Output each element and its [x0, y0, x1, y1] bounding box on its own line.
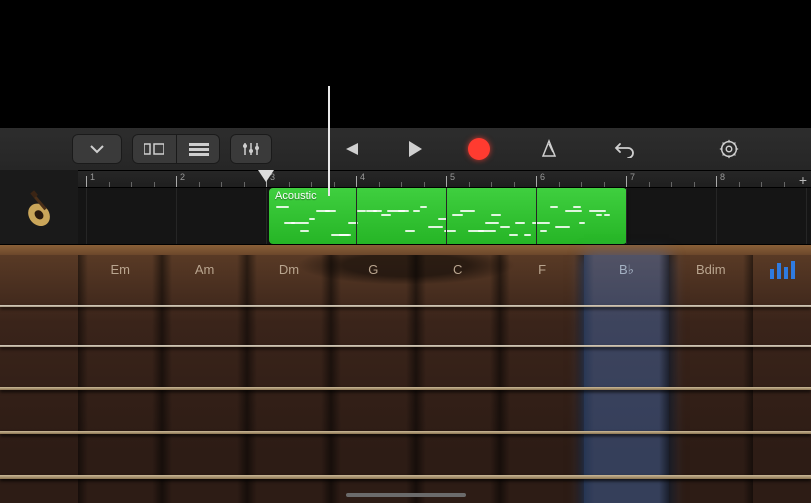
track-lane[interactable]: Acoustic — [78, 188, 811, 245]
chord-dm[interactable]: Dm — [247, 255, 331, 285]
midi-region[interactable]: Acoustic — [269, 188, 627, 244]
guitar-icon — [11, 179, 67, 235]
undo-button[interactable] — [604, 132, 646, 166]
chord-am[interactable]: Am — [162, 255, 246, 285]
bar-number: 4 — [360, 172, 365, 182]
browser-menu[interactable] — [72, 134, 122, 164]
chord-bb[interactable]: B♭ — [584, 255, 668, 285]
mixer-button[interactable] — [230, 134, 272, 164]
chord-strip: EmAmDmGCFB♭Bdim — [0, 255, 811, 285]
playhead[interactable] — [258, 170, 274, 182]
bar-number: 1 — [90, 172, 95, 182]
record-button[interactable] — [458, 132, 500, 166]
callout-line — [328, 86, 330, 196]
metronome-button[interactable] — [528, 132, 570, 166]
ruler[interactable]: + 12345678 — [78, 170, 811, 188]
strings[interactable] — [0, 297, 811, 503]
region-label: Acoustic — [275, 190, 317, 202]
chord-bdim[interactable]: Bdim — [669, 255, 753, 285]
settings-button[interactable] — [708, 132, 750, 166]
play-button[interactable] — [394, 132, 436, 166]
bar-number: 8 — [720, 172, 725, 182]
chord-g[interactable]: G — [331, 255, 415, 285]
fretboard: EmAmDmGCFB♭Bdim — [0, 245, 811, 503]
bar-number: 7 — [630, 172, 635, 182]
bar-number: 2 — [180, 172, 185, 182]
midi-notes — [275, 204, 621, 240]
toolbar — [0, 128, 811, 170]
bar-number: 6 — [540, 172, 545, 182]
track-header[interactable] — [0, 170, 78, 245]
chord-f[interactable]: F — [500, 255, 584, 285]
autoplay-button[interactable] — [753, 255, 811, 285]
goto-start-button[interactable] — [330, 132, 372, 166]
view-split-button[interactable] — [132, 134, 176, 164]
chord-c[interactable]: C — [416, 255, 500, 285]
bar-number: 5 — [450, 172, 455, 182]
add-section-button[interactable]: + — [799, 172, 807, 188]
chord-em[interactable]: Em — [78, 255, 162, 285]
view-tracks-button[interactable] — [176, 134, 220, 164]
home-indicator — [346, 493, 466, 497]
